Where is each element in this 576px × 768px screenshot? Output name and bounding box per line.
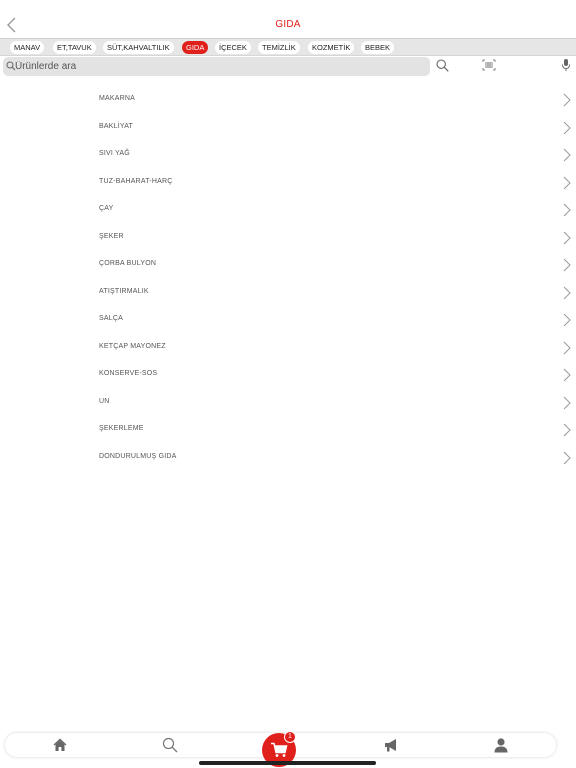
chevron-right-icon bbox=[563, 341, 571, 354]
category-row[interactable]: TUZ-BAHARAT-HARÇ bbox=[0, 169, 576, 197]
page-title: GIDA bbox=[275, 19, 301, 30]
category-label: SALÇA bbox=[99, 315, 123, 322]
category-label: ŞEKER bbox=[99, 232, 124, 240]
chevron-right-icon bbox=[563, 176, 571, 189]
category-row[interactable]: SALÇA bbox=[0, 306, 576, 334]
tab-7[interactable]: BEBEK bbox=[361, 41, 395, 54]
category-label: ÇORBA BULYON bbox=[99, 260, 157, 267]
category-row[interactable]: ATIŞTIRMALIK bbox=[0, 279, 576, 307]
nav-header: GIDA bbox=[0, 0, 576, 38]
search-input[interactable] bbox=[15, 59, 415, 74]
category-row[interactable]: BAKLİYAT bbox=[0, 114, 576, 142]
category-label: MAKARNA bbox=[99, 95, 136, 102]
category-row[interactable]: SIVI YAĞ bbox=[0, 141, 576, 169]
home-icon[interactable] bbox=[52, 737, 68, 753]
category-label: SIVI YAĞ bbox=[99, 150, 130, 157]
category-label: TUZ-BAHARAT-HARÇ bbox=[99, 177, 173, 185]
cart-count-badge: 1 bbox=[284, 731, 296, 743]
chevron-right-icon bbox=[563, 258, 571, 272]
category-row[interactable]: ÇORBA BULYON bbox=[0, 251, 576, 279]
chevron-right-icon bbox=[563, 286, 571, 299]
tab-4[interactable]: İÇECEK bbox=[215, 41, 251, 54]
category-label: ŞEKERLEME bbox=[99, 425, 144, 432]
chevron-right-icon bbox=[563, 231, 571, 244]
category-label: ÇAY bbox=[99, 205, 114, 212]
home-indicator bbox=[199, 761, 376, 765]
microphone-icon[interactable] bbox=[561, 58, 571, 72]
category-list: MAKARNA BAKLİYAT SIVI YAĞ TUZ-BAHARAT-HARÇ Ç… bbox=[0, 86, 576, 471]
cart-icon bbox=[271, 742, 288, 757]
category-label: DONDURULMUŞ GIDA bbox=[99, 452, 177, 460]
search-icon[interactable] bbox=[436, 59, 449, 72]
megaphone-icon[interactable] bbox=[383, 737, 399, 753]
category-row[interactable]: DONDURULMUŞ GIDA bbox=[0, 444, 576, 472]
search-tab-icon[interactable] bbox=[162, 737, 178, 753]
category-label: KONSERVE-SOS bbox=[99, 370, 158, 377]
tab-1[interactable]: ET,TAVUK bbox=[53, 41, 96, 54]
category-row[interactable]: ÇAY bbox=[0, 196, 576, 224]
tab-3[interactable]: GIDA bbox=[182, 41, 209, 54]
chevron-right-icon bbox=[563, 451, 571, 464]
tab-6[interactable]: KOZMETİK bbox=[308, 41, 355, 54]
tab-2[interactable]: SÜT,KAHVALTILIK bbox=[103, 41, 174, 54]
barcode-icon[interactable] bbox=[482, 59, 496, 71]
category-label: ATIŞTIRMALIK bbox=[99, 287, 149, 295]
tab-0[interactable]: MANAV bbox=[10, 41, 45, 54]
chevron-right-icon bbox=[563, 93, 571, 107]
category-tabs: MANAV ET,TAVUK SÜT,KAHVALTILIK GIDA İÇECEK TE… bbox=[0, 38, 576, 56]
search-bar[interactable] bbox=[3, 57, 430, 76]
category-row[interactable]: MAKARNA bbox=[0, 86, 576, 114]
chevron-right-icon bbox=[563, 368, 571, 382]
category-row[interactable]: ŞEKER bbox=[0, 224, 576, 252]
category-row[interactable]: UN bbox=[0, 389, 576, 417]
category-row[interactable]: KONSERVE-SOS bbox=[0, 361, 576, 389]
category-label: KETÇAP MAYONEZ bbox=[99, 342, 166, 350]
chevron-right-icon bbox=[563, 203, 571, 217]
chevron-right-icon bbox=[563, 396, 571, 409]
category-row[interactable]: KETÇAP MAYONEZ bbox=[0, 334, 576, 362]
chevron-right-icon bbox=[563, 313, 571, 327]
category-label: BAKLİYAT bbox=[99, 122, 134, 130]
chevron-right-icon bbox=[563, 121, 571, 134]
user-icon[interactable] bbox=[493, 737, 509, 753]
chevron-right-icon bbox=[563, 148, 571, 162]
category-label: UN bbox=[99, 397, 110, 405]
tab-5[interactable]: TEMİZLİK bbox=[258, 41, 300, 54]
chevron-right-icon bbox=[563, 423, 571, 437]
category-row[interactable]: ŞEKERLEME bbox=[0, 416, 576, 444]
